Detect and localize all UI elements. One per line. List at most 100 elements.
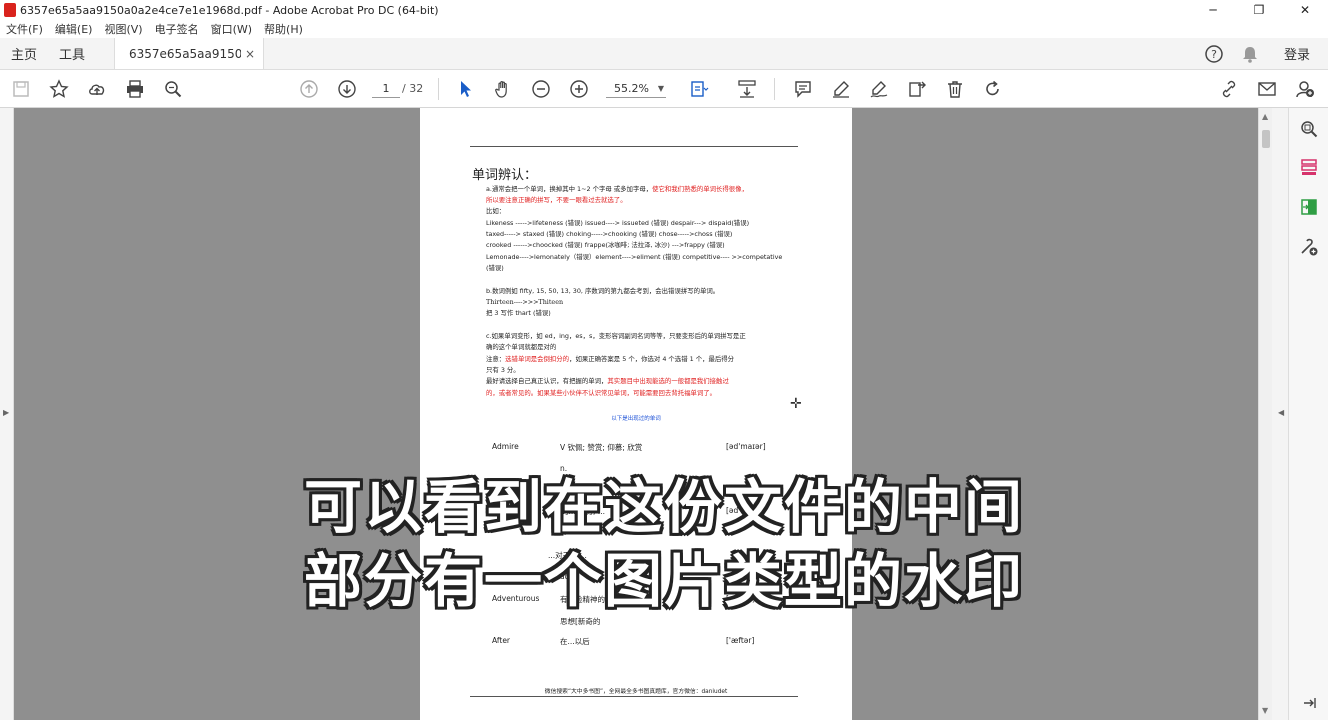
page-footer: 微信搜索“大中多书图”，全网最全多书图真题库，官方微信：daniudet: [544, 689, 728, 695]
paragraph-c-line: c.如果单词变形，如 ed，ing，es，s，变形容词副词名词等等，只要变形后的…: [486, 332, 746, 340]
svg-text:?: ?: [1211, 48, 1217, 61]
minimize-button[interactable]: ─: [1190, 0, 1236, 20]
document-work-area: ▶ 单词辨认： a.通常会把一个单词，换掉其中 1~2 个字母 或多加字母，使它…: [0, 108, 1328, 720]
left-nav-pane-toggle[interactable]: ▶: [0, 108, 14, 720]
word-phonetic: [əd'maɪər]: [726, 442, 766, 451]
menu-edit[interactable]: 编辑(E): [49, 21, 99, 37]
prev-page-icon[interactable]: [298, 78, 320, 100]
paragraph-b-line: b.数词例如 fifty, 15, 50, 13, 30, 序数词的第九都会考到…: [486, 287, 720, 295]
word-phonetic: ['æftər]: [726, 636, 755, 645]
rotate-icon[interactable]: [982, 78, 1004, 100]
link-edit-icon[interactable]: [1218, 78, 1240, 100]
acrobat-pdf-icon: [4, 3, 16, 17]
paragraph-a-line: (错误): [486, 264, 504, 272]
tab-bar: 主页 工具 6357e65a5aa9150a... × ? 登录: [0, 38, 1328, 70]
zoom-level-select[interactable]: 55.2% ▼: [606, 80, 666, 98]
tab-home[interactable]: 主页: [0, 38, 48, 69]
word-definition: V 钦佩; 赞赏; 仰慕; 欣赏: [560, 443, 643, 452]
close-window-button[interactable]: ✕: [1282, 0, 1328, 20]
menu-bar: 文件(F) 编辑(E) 视图(V) 电子签名 窗口(W) 帮助(H): [0, 20, 1328, 38]
right-pane-toggle[interactable]: ◀: [1272, 108, 1288, 720]
more-tools-icon[interactable]: [1298, 236, 1320, 258]
zoom-out-icon[interactable]: [530, 78, 552, 100]
paragraph-a-line: 比如：: [486, 207, 506, 215]
scroll-down-icon[interactable]: ▼: [1262, 706, 1268, 715]
paragraph-c-line: 确的这个单词就都是对的: [486, 343, 557, 351]
export-pdf-icon[interactable]: [1298, 196, 1320, 218]
paragraph-b-line: Thirteen---->>>Thiteen: [486, 298, 564, 306]
page-total: / 32: [402, 82, 424, 95]
document-canvas[interactable]: 单词辨认： a.通常会把一个单词，换掉其中 1~2 个字母 或多加字母，使它和我…: [14, 108, 1258, 720]
comment-icon[interactable]: [792, 78, 814, 100]
save-icon[interactable]: [10, 78, 32, 100]
share-edit-icon[interactable]: [906, 78, 928, 100]
zoom-in-icon[interactable]: [568, 78, 590, 100]
page-footer-rule: [470, 696, 798, 697]
close-tab-icon[interactable]: ×: [245, 47, 255, 61]
paragraph-a-line: taxed-----> staxed (错误) choking----->cho…: [486, 230, 733, 238]
cloud-upload-icon[interactable]: [86, 78, 108, 100]
menu-help[interactable]: 帮助(H): [258, 21, 309, 37]
organize-pages-icon[interactable]: [1298, 156, 1320, 178]
crosshair-cursor-icon: ✛: [790, 396, 802, 412]
subtitle-line-1: 可以看到在这份文件的中间: [303, 473, 1024, 541]
fit-page-icon[interactable]: [688, 78, 710, 100]
star-icon[interactable]: [48, 78, 70, 100]
paragraph-a-line: a.通常会把一个单词，换掉其中 1~2 个字母 或多加字母，使它和我们熟悉的单词…: [486, 185, 748, 193]
paragraph-a-line: Lemonade---->lemonately（错误）element---->e…: [486, 253, 783, 261]
right-tools-pane: [1288, 108, 1328, 720]
menu-view[interactable]: 视图(V): [98, 21, 148, 37]
login-button[interactable]: 登录: [1284, 44, 1310, 63]
scroll-up-icon[interactable]: ▲: [1262, 112, 1268, 121]
paragraph-b-line: 把 3 写作 thart (错误): [486, 309, 551, 317]
pdf-page[interactable]: 单词辨认： a.通常会把一个单词，换掉其中 1~2 个字母 或多加字母，使它和我…: [420, 108, 852, 720]
paragraph-c-line: 注意：选错单词是会倒扣分的，如果正确答案是 5 个，你选对 4 个选错 1 个，…: [486, 355, 735, 363]
collapse-pane-icon[interactable]: [1298, 692, 1320, 714]
collapse-left-icon: ◀: [1278, 408, 1285, 417]
scroll-mode-icon[interactable]: [736, 78, 758, 100]
main-toolbar: 1 / 32 55.2% ▼: [0, 70, 1328, 108]
word-entry: Admire: [492, 442, 519, 451]
paragraph-a-line: Likeness ----->lifeteness (错误) issued---…: [486, 219, 750, 227]
word-definition: 在...以后: [560, 637, 590, 646]
zoom-search-icon[interactable]: [162, 78, 184, 100]
scrollbar-thumb[interactable]: [1262, 130, 1270, 148]
sign-icon[interactable]: [868, 78, 890, 100]
hand-tool-icon[interactable]: [492, 78, 514, 100]
title-bar: 6357e65a5aa9150a0a2e4ce7e1e1968d.pdf - A…: [0, 0, 1328, 20]
subtitle-line-2: 部分有一个图片类型的水印: [303, 547, 1024, 615]
section-heading: 单词辨认：: [472, 168, 538, 183]
tab-tools[interactable]: 工具: [48, 38, 96, 69]
select-cursor-icon[interactable]: [454, 78, 476, 100]
paragraph-c-line: 的，或者常见的。如果某些小伙伴不认识常见单词，可能需要回去背托福单词了。: [486, 389, 717, 397]
highlight-pen-icon[interactable]: [830, 78, 852, 100]
toolbar-divider: [774, 78, 775, 100]
word-list-caption: 以下是出现过的单词: [611, 416, 661, 422]
print-icon[interactable]: [124, 78, 146, 100]
toolbar-divider: [438, 78, 439, 100]
enhance-scan-icon[interactable]: [1298, 118, 1320, 140]
vertical-scrollbar[interactable]: ▲ ▼: [1258, 108, 1272, 720]
paragraph-a-line: 所以要注意正确的拼写，不要一眼看过去就选了。: [486, 196, 627, 204]
zoom-level-value: 55.2%: [614, 82, 649, 95]
page-header-rule: [470, 146, 798, 147]
next-page-icon[interactable]: [336, 78, 358, 100]
word-entry: After: [492, 636, 511, 645]
paragraph-c-line: 只有 3 分。: [486, 366, 520, 374]
mail-icon[interactable]: [1256, 78, 1278, 100]
tab-document[interactable]: 6357e65a5aa9150a... ×: [114, 38, 264, 69]
bell-icon[interactable]: [1240, 44, 1260, 64]
paragraph-c-line: 最好请选择自己真正认识，有把握的单词，其实题目中出现能选的一般都是我们接触过: [486, 377, 729, 385]
add-user-icon[interactable]: [1294, 78, 1316, 100]
maximize-button[interactable]: ❐: [1236, 0, 1282, 20]
trash-icon[interactable]: [944, 78, 966, 100]
window-title: 6357e65a5aa9150a0a2e4ce7e1e1968d.pdf - A…: [20, 3, 439, 17]
expand-right-icon: ▶: [3, 408, 10, 417]
menu-esign[interactable]: 电子签名: [149, 21, 205, 37]
chevron-down-icon: ▼: [657, 84, 664, 93]
page-number-input[interactable]: 1: [372, 80, 400, 98]
menu-window[interactable]: 窗口(W): [205, 21, 258, 37]
document-tab-label: 6357e65a5aa9150a...: [129, 46, 241, 61]
help-icon[interactable]: ?: [1204, 44, 1224, 64]
menu-file[interactable]: 文件(F): [0, 21, 49, 37]
